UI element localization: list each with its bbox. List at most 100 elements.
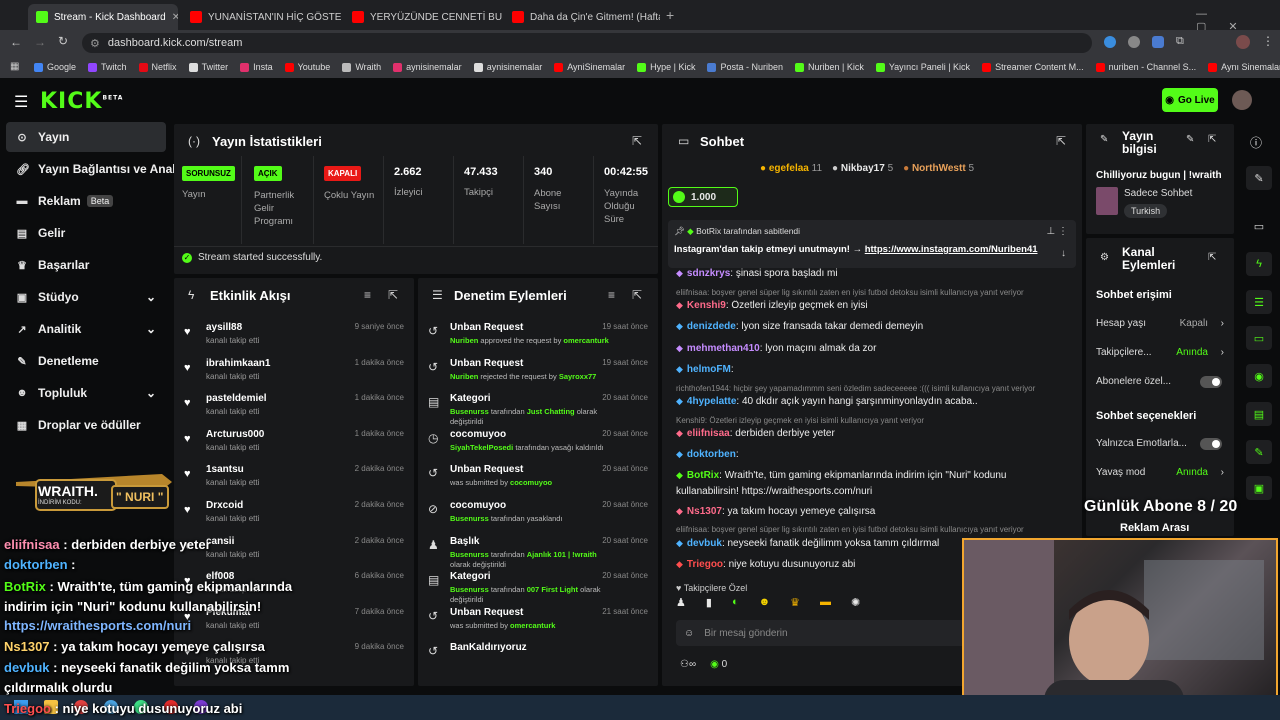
kick-logo[interactable]: KICKBETA: [40, 89, 123, 114]
target-name[interactable]: omercanturk: [563, 336, 608, 345]
target-name[interactable]: 007 First Light: [527, 585, 578, 594]
sidebar-item-analitik[interactable]: ↗ Analitik ⌄: [6, 314, 166, 344]
go-live-button[interactable]: ◉ Go Live: [1162, 88, 1218, 112]
moderation-row[interactable]: ▤ Kategori Busenurss tarafından Just Chatt…: [426, 391, 652, 427]
moderation-row[interactable]: ↺ Unban Request was submitted by cocomuyoo…: [426, 462, 652, 498]
sidebar-item-yayin[interactable]: ⊙ Yayın: [6, 122, 166, 152]
browser-tab[interactable]: Daha da Çin'e Gitmem! (Haftalı✕: [504, 4, 660, 30]
target-name[interactable]: omercanturk: [510, 621, 555, 630]
chat-username[interactable]: Kenshi9: [687, 300, 726, 311]
new-tab-icon[interactable]: +: [666, 7, 674, 23]
bookmark[interactable]: Insta: [240, 62, 273, 72]
bookmark[interactable]: Twitter: [188, 62, 228, 72]
chat-username[interactable]: BotRix: [687, 470, 719, 481]
bookmark[interactable]: AyniSinemalar: [554, 62, 625, 72]
moderator-name[interactable]: Busenurss: [450, 514, 489, 523]
moderation-row[interactable]: ↺ Unban Request Nuriben rejected the reque…: [426, 356, 652, 392]
sidebar-item-basarilar[interactable]: ♛ Başarılar: [6, 250, 166, 280]
close-tab-icon[interactable]: ✕: [166, 12, 178, 23]
subscribers-only-toggle[interactable]: [1200, 376, 1222, 388]
sidebar-item-reklam[interactable]: ▬ Reklam Beta: [6, 186, 166, 216]
moderation-row[interactable]: ◷ cocomuyoo SiyahTekelPosedi tarafından ya…: [426, 427, 652, 463]
emote[interactable]: ♛: [790, 596, 800, 612]
target-name[interactable]: Ajanlık 101 | !wraith: [527, 550, 597, 559]
activity-row[interactable]: ♥ ibrahimkaan1 kanalı takip etti 1 dakika ö…: [184, 356, 406, 390]
bookmark[interactable]: Posta - Nuriben: [707, 62, 783, 72]
moderation-row[interactable]: ↺ Unban Request Nuriben approved the reque…: [426, 320, 652, 356]
activity-username[interactable]: aysill88: [206, 322, 242, 333]
bookmark[interactable]: Hype | Kick: [637, 62, 695, 72]
sidebar-item-stream-key[interactable]: 🔗︎Yayın Bağlantısı ve Anahtar: [6, 154, 178, 184]
chat-username[interactable]: devbuk: [687, 538, 722, 549]
bookmark[interactable]: aynisinemalar: [473, 62, 542, 72]
menu-dots-icon[interactable]: ⋮: [1262, 34, 1274, 48]
edit-icon[interactable]: ✎: [1246, 166, 1272, 190]
target-name[interactable]: Sayroxx77: [559, 372, 597, 381]
puzzle-icon[interactable]: ⧉: [1176, 35, 1184, 48]
popout-icon[interactable]: ⇱: [632, 288, 642, 302]
moderation-row[interactable]: ↺ BanKaldırıyoruz: [426, 640, 652, 676]
wrench-icon[interactable]: ✎: [1246, 440, 1272, 464]
stream-info-icon[interactable]: ▤: [1246, 402, 1272, 426]
browser-tab[interactable]: YERYÜZÜNDE CENNETİ BULDU✕: [344, 4, 502, 30]
extension-icon[interactable]: [1104, 36, 1116, 48]
extension-icon[interactable]: [1128, 36, 1140, 48]
chat-username[interactable]: doktorben: [687, 449, 736, 460]
emoji-icon[interactable]: ☺: [684, 628, 694, 639]
lightning-icon[interactable]: ϟ: [1246, 252, 1272, 276]
chat-input[interactable]: ☺ Bir mesaj gönderin: [676, 620, 966, 646]
moderator-name[interactable]: Busenurss: [450, 550, 489, 559]
filter-icon[interactable]: ≡: [608, 288, 615, 302]
activity-username[interactable]: ibrahimkaan1: [206, 358, 270, 369]
bookmark[interactable]: Aynı Sinemalar - Ça...: [1208, 62, 1280, 72]
hamburger-menu-icon[interactable]: ☰: [14, 92, 28, 112]
sidebar-item-topluluk[interactable]: ☻ Topluluk ⌄: [6, 378, 166, 408]
activity-username[interactable]: Drxcoid: [206, 500, 243, 511]
chat-username[interactable]: mehmethan410: [687, 343, 760, 354]
moderation-row[interactable]: ↺ Unban Request was submitted by omercantu…: [426, 605, 652, 641]
site-info-icon[interactable]: ⚙: [90, 37, 100, 50]
activity-row[interactable]: ♥ pasteldemiel kanalı takip etti 1 dakika ö…: [184, 391, 406, 425]
bookmark[interactable]: Twitch: [88, 62, 127, 72]
emote[interactable]: ♟: [676, 596, 686, 612]
chat-username[interactable]: eliifnisaa: [687, 428, 730, 439]
activity-row[interactable]: ♥ Drxcoid kanalı takip etti 2 dakika önce: [184, 498, 406, 532]
moderator-name[interactable]: Nuriben: [450, 336, 478, 345]
users-icon[interactable]: ⚇∞: [680, 659, 696, 670]
emote[interactable]: ☻: [759, 596, 771, 612]
activity-row[interactable]: ♥ cansii kanalı takip etti 2 dakika önce: [184, 534, 406, 568]
popout-icon[interactable]: ⇱: [1208, 252, 1216, 263]
sidebar-item-denetleme[interactable]: ✎ Denetleme: [6, 346, 166, 376]
moderation-row[interactable]: ▤ Kategori Busenurss tarafından 007 First …: [426, 569, 652, 605]
activity-username[interactable]: pasteldemiel: [206, 393, 267, 404]
apps-grid-icon[interactable]: ▦: [10, 61, 19, 72]
activity-username[interactable]: Arcturus000: [206, 429, 264, 440]
pinned-link[interactable]: https://www.instagram.com/Nuriben41: [865, 244, 1038, 255]
popout-icon[interactable]: ⇱: [388, 288, 398, 302]
forward-icon[interactable]: →: [34, 35, 46, 49]
back-icon[interactable]: ←: [10, 35, 22, 49]
target-name[interactable]: cocomuyoo: [510, 478, 552, 487]
goal-badge[interactable]: 1.000: [668, 187, 738, 207]
moderation-row[interactable]: ⊘ cocomuyoo Busenurss tarafından yasakland…: [426, 498, 652, 534]
popout-icon[interactable]: ⇱: [632, 134, 642, 148]
profile-avatar-icon[interactable]: [1236, 35, 1250, 49]
bookmark[interactable]: Yayıncı Paneli | Kick: [875, 62, 970, 72]
activity-username[interactable]: 1santsu: [206, 464, 244, 475]
setting-followers-only[interactable]: Takipçilere... Anında ›: [1096, 347, 1224, 358]
activity-row[interactable]: ♥ Arcturus000 kanalı takip etti 1 dakika ön…: [184, 427, 406, 461]
emote[interactable]: ◐: [732, 596, 739, 612]
moderation-row[interactable]: ♟ Başlık Busenurss tarafından Ajanlık 101 …: [426, 534, 652, 570]
emote[interactable]: ✺: [851, 596, 860, 612]
bookmark[interactable]: Wraith: [342, 62, 381, 72]
expand-icon[interactable]: ↓: [1061, 248, 1066, 259]
card-icon[interactable]: ▭: [1246, 214, 1272, 238]
activity-row[interactable]: ♥ 1santsu kanalı takip etti 2 dakika önce: [184, 462, 406, 496]
bookmark[interactable]: nuriben - Channel S...: [1095, 62, 1196, 72]
sidebar-item-gelir[interactable]: ▤ Gelir: [6, 218, 166, 248]
list-icon[interactable]: ☰: [1246, 290, 1272, 314]
moderator-name[interactable]: Busenurss: [450, 407, 489, 416]
broadcast-icon[interactable]: ◉: [1246, 364, 1272, 388]
moderator-name[interactable]: Nuriben: [450, 372, 478, 381]
bookmark[interactable]: Netflix: [138, 62, 177, 72]
